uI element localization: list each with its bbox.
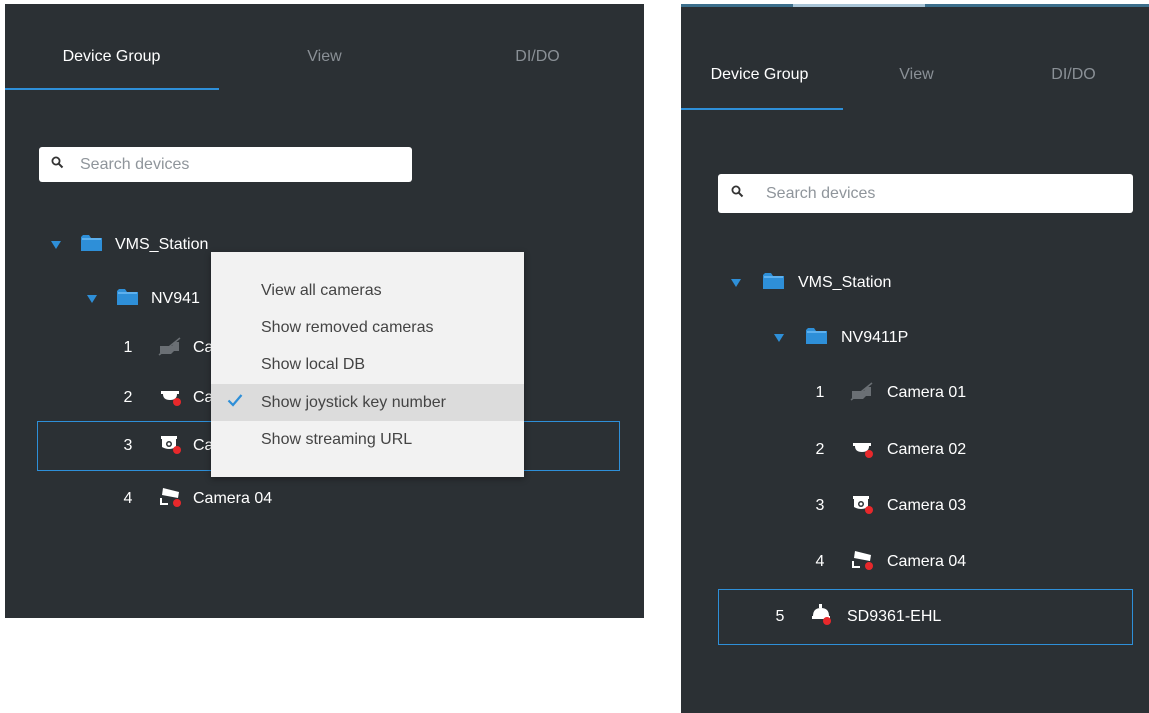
menu-item-view-all-cameras[interactable]: View all cameras bbox=[211, 272, 524, 309]
active-tab-underline bbox=[681, 108, 843, 110]
speed-dome-icon bbox=[809, 603, 835, 632]
active-tab-underline bbox=[5, 88, 219, 90]
bullet-camera-icon bbox=[849, 549, 875, 576]
context-menu: View all cameras Show removed cameras Sh… bbox=[211, 252, 524, 477]
expand-arrow-icon[interactable] bbox=[87, 295, 97, 303]
camera-row[interactable]: 2 Camera 02 bbox=[813, 437, 967, 464]
device-panel-left: Device Group View DI/DO VMS_Station NV94… bbox=[5, 4, 644, 618]
joystick-key-number: 1 bbox=[815, 384, 825, 401]
camera-row[interactable]: 1 Camera 01 bbox=[813, 381, 966, 405]
joystick-key-number: 1 bbox=[123, 339, 133, 356]
tree-node-root[interactable]: VMS_Station bbox=[731, 272, 891, 294]
camera-label: Camera 01 bbox=[887, 384, 967, 401]
tree-node-label: VMS_Station bbox=[115, 236, 209, 253]
bullet-camera-icon bbox=[157, 486, 183, 513]
camera-row[interactable]: 5 SD9361-EHL bbox=[773, 603, 942, 632]
folder-icon bbox=[763, 272, 785, 294]
menu-item-show-streaming-url[interactable]: Show streaming URL bbox=[211, 421, 524, 458]
expand-arrow-icon[interactable] bbox=[774, 334, 784, 342]
camera-label: Camera 02 bbox=[887, 441, 967, 458]
joystick-key-number: 4 bbox=[815, 553, 825, 570]
camera-row[interactable]: 4 Camera 04 bbox=[121, 487, 272, 511]
tab-bar: Device Group View DI/DO bbox=[681, 66, 1149, 84]
tab-device-group[interactable]: Device Group bbox=[681, 66, 838, 84]
search-icon bbox=[731, 185, 744, 203]
search-icon bbox=[51, 156, 64, 174]
camera-row[interactable]: 4 Camera 04 bbox=[813, 550, 966, 574]
joystick-key-number: 4 bbox=[123, 490, 133, 507]
camera-disabled-icon bbox=[849, 381, 875, 406]
tab-view[interactable]: View bbox=[218, 48, 431, 66]
joystick-key-number: 2 bbox=[123, 389, 133, 406]
tree-node-root[interactable]: VMS_Station bbox=[51, 234, 208, 256]
camera-label: Camera 03 bbox=[887, 497, 967, 514]
fisheye-camera-icon bbox=[849, 493, 875, 520]
menu-item-show-local-db[interactable]: Show local DB bbox=[211, 346, 524, 383]
joystick-key-number: 3 bbox=[123, 437, 133, 454]
search-box bbox=[39, 147, 412, 182]
tree-node-nvr[interactable]: NV9411P bbox=[774, 327, 908, 349]
tab-di-do[interactable]: DI/DO bbox=[431, 48, 644, 66]
joystick-key-number: 3 bbox=[815, 497, 825, 514]
tree-node-label: NV941 bbox=[151, 290, 200, 307]
tree-node-label: NV9411P bbox=[841, 329, 909, 346]
menu-item-show-joystick-key-number[interactable]: Show joystick key number bbox=[211, 384, 524, 421]
dome-camera-icon bbox=[849, 437, 875, 464]
checkmark-icon bbox=[227, 393, 243, 412]
dome-camera-icon bbox=[157, 385, 183, 412]
folder-icon bbox=[117, 288, 139, 310]
search-input[interactable] bbox=[764, 183, 1133, 204]
tab-bar: Device Group View DI/DO bbox=[5, 48, 644, 66]
tab-view[interactable]: View bbox=[838, 66, 995, 84]
search-box bbox=[718, 174, 1133, 213]
tree-node-label: VMS_Station bbox=[798, 274, 892, 291]
tab-device-group[interactable]: Device Group bbox=[5, 48, 218, 66]
camera-row[interactable]: 1 Ca bbox=[121, 336, 213, 360]
joystick-key-number: 2 bbox=[815, 441, 825, 458]
folder-icon bbox=[81, 234, 103, 256]
search-input[interactable] bbox=[78, 154, 412, 175]
camera-label: Camera 04 bbox=[193, 490, 273, 507]
camera-disabled-icon bbox=[157, 336, 183, 361]
fisheye-camera-icon bbox=[157, 433, 183, 460]
device-panel-right: Device Group View DI/DO VMS_Station NV94… bbox=[681, 4, 1149, 713]
camera-label: Camera 04 bbox=[887, 553, 967, 570]
expand-arrow-icon[interactable] bbox=[731, 279, 741, 287]
top-border-accent bbox=[793, 4, 925, 7]
menu-item-show-removed-cameras[interactable]: Show removed cameras bbox=[211, 309, 524, 346]
camera-label: SD9361-EHL bbox=[847, 608, 942, 625]
tab-di-do[interactable]: DI/DO bbox=[995, 66, 1149, 84]
expand-arrow-icon[interactable] bbox=[51, 241, 61, 249]
joystick-key-number: 5 bbox=[775, 608, 785, 625]
camera-row[interactable]: 2 Ca bbox=[121, 385, 214, 412]
tree-node-nvr[interactable]: NV941 bbox=[87, 288, 200, 310]
camera-row[interactable]: 3 Camera 03 bbox=[813, 494, 966, 518]
folder-icon bbox=[806, 327, 828, 349]
camera-row[interactable]: 3 Ca bbox=[121, 434, 213, 458]
